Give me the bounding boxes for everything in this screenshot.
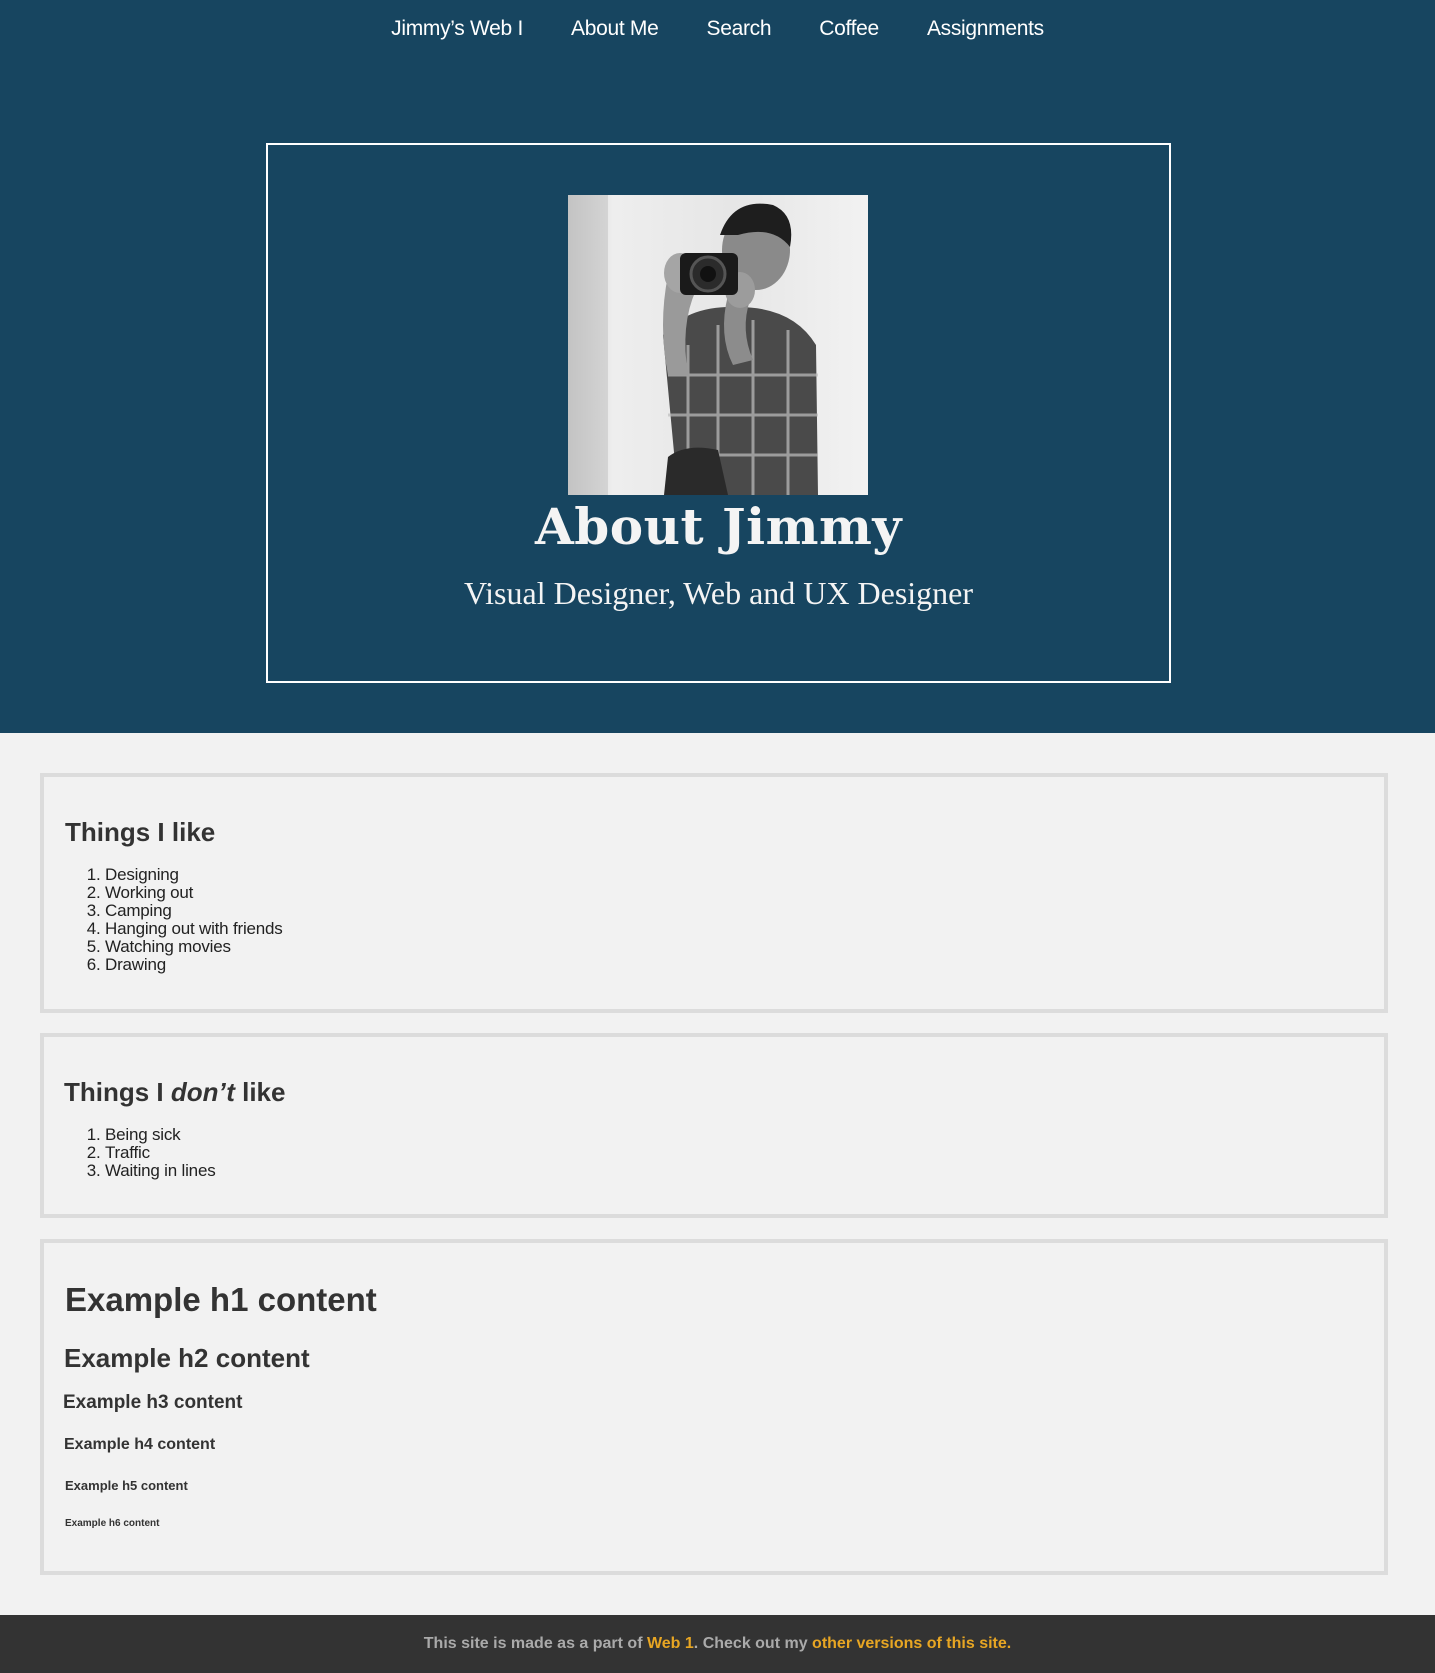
likes-list: Designing Working out Camping Hanging ou…	[65, 866, 283, 974]
dislikes-list: Being sick Traffic Waiting in lines	[65, 1126, 216, 1180]
top-nav: Jimmy’s Web I About Me Search Coffee Ass…	[0, 0, 1435, 41]
list-item: Hanging out with friends	[105, 920, 283, 938]
likes-card: Things I like Designing Working out Camp…	[40, 773, 1388, 1013]
list-item: Being sick	[105, 1126, 216, 1144]
example-h6: Example h6 content	[65, 1518, 160, 1529]
nav-link-home[interactable]: Jimmy’s Web I	[391, 17, 523, 41]
portrait-image	[568, 195, 868, 495]
example-h2: Example h2 content	[64, 1343, 310, 1373]
dislikes-heading: Things I don’t like	[64, 1077, 285, 1108]
dislikes-heading-end: like	[234, 1077, 286, 1107]
hero-band: Jimmy’s Web I About Me Search Coffee Ass…	[0, 0, 1435, 733]
footer-link-web1[interactable]: Web 1	[647, 1635, 694, 1652]
likes-heading: Things I like	[65, 817, 216, 847]
dislikes-card: Things I don’t like Being sick Traffic W…	[40, 1033, 1388, 1218]
example-h1: Example h1 content	[65, 1281, 377, 1318]
footer-text-start: This site is made as a part of	[423, 1635, 647, 1652]
footer-link-other-versions[interactable]: other versions of this site.	[812, 1635, 1011, 1652]
example-h4: Example h4 content	[64, 1436, 216, 1453]
page-title: About Jimmy	[535, 497, 902, 556]
example-h3: Example h3 content	[63, 1392, 243, 1413]
page-subtitle: Visual Designer, Web and UX Designer	[463, 575, 974, 611]
nav-link-about-me[interactable]: About Me	[571, 17, 659, 41]
list-item: Waiting in lines	[105, 1162, 216, 1180]
nav-link-assignments[interactable]: Assignments	[927, 17, 1044, 41]
example-h5: Example h5 content	[65, 1478, 188, 1493]
list-item: Traffic	[105, 1144, 216, 1162]
list-item: Watching movies	[105, 938, 283, 956]
footer-text-middle: . Check out my	[693, 1635, 813, 1652]
dislikes-heading-emphasis: don’t	[170, 1077, 235, 1107]
list-item: Designing	[105, 866, 283, 884]
hero-box: About Jimmy Visual Designer, Web and UX …	[266, 143, 1171, 683]
footer: This site is made as a part of Web 1. Ch…	[0, 1615, 1435, 1673]
list-item: Camping	[105, 902, 283, 920]
list-item: Drawing	[105, 956, 283, 974]
nav-link-coffee[interactable]: Coffee	[819, 17, 879, 41]
headings-card: Example h1 content Example h2 content Ex…	[40, 1239, 1388, 1575]
dislikes-heading-start: Things I	[64, 1077, 171, 1107]
nav-link-search[interactable]: Search	[706, 17, 771, 41]
list-item: Working out	[105, 884, 283, 902]
